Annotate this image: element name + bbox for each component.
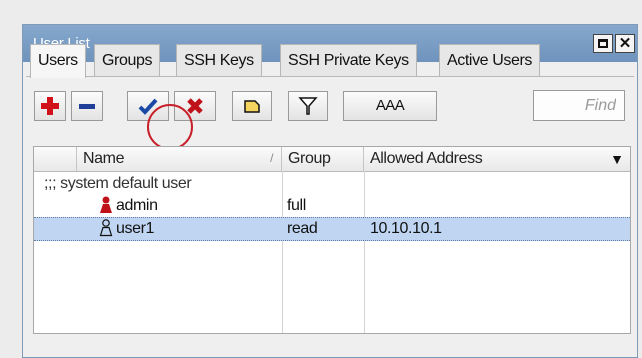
enable-button[interactable] (127, 91, 169, 121)
find-input[interactable] (533, 90, 625, 121)
disable-button[interactable] (174, 91, 216, 121)
tab-ssh-keys-label: SSH Keys (184, 52, 254, 69)
col-group[interactable]: Group (282, 147, 364, 171)
sort-icon: / (270, 151, 273, 165)
row-name: admin (116, 197, 158, 214)
row-allowed-address: 10.10.10.1 (370, 220, 442, 237)
tab-ssh-keys[interactable]: SSH Keys (176, 44, 262, 76)
user-active-icon (100, 196, 112, 213)
table-header: Name / Group Allowed Address ▼ (34, 147, 630, 172)
col-allowed-address[interactable]: Allowed Address (364, 147, 632, 171)
toolbar: AAA (26, 85, 634, 125)
table-row-selected[interactable]: user1 read 10.10.10.1 (34, 217, 630, 241)
disable-icon (187, 98, 203, 114)
section-row[interactable]: ;;; system default user (34, 173, 630, 195)
col-allowed-address-label: Allowed Address (370, 150, 483, 167)
row-group: read (287, 220, 318, 237)
remove-icon (79, 104, 95, 109)
comment-button[interactable] (232, 91, 272, 121)
table-row[interactable]: admin full (34, 195, 630, 217)
comment-icon (244, 100, 260, 113)
tab-ssh-private-keys-label: SSH Private Keys (288, 52, 409, 69)
tab-groups-label: Groups (102, 52, 153, 69)
column-menu-icon[interactable]: ▼ (610, 151, 624, 167)
user-table: Name / Group Allowed Address ▼ ;;; syste… (33, 146, 631, 334)
filter-icon (298, 97, 318, 115)
add-button[interactable] (34, 91, 66, 121)
col-name[interactable]: Name / (77, 147, 282, 171)
col-name-label: Name (83, 150, 125, 167)
filter-button[interactable] (288, 91, 328, 121)
tab-users-label: Users (38, 52, 78, 69)
tab-users[interactable]: Users (30, 44, 86, 78)
tab-bar: Users Groups SSH Keys SSH Private Keys A… (26, 44, 634, 78)
aaa-button[interactable]: AAA (343, 91, 437, 121)
col-select[interactable] (34, 147, 77, 171)
user-outline-icon (99, 219, 113, 237)
col-group-label: Group (288, 150, 331, 167)
tab-groups[interactable]: Groups (94, 44, 161, 76)
tab-active-users[interactable]: Active Users (439, 44, 540, 76)
section-label: ;;; system default user (44, 175, 192, 192)
row-name: user1 (116, 220, 155, 237)
add-icon (41, 97, 59, 115)
row-group: full (287, 197, 306, 214)
tab-ssh-private-keys[interactable]: SSH Private Keys (280, 44, 417, 76)
aaa-button-label: AAA (375, 97, 405, 114)
enable-icon (138, 98, 158, 115)
tab-active-users-label: Active Users (447, 52, 532, 69)
remove-button[interactable] (71, 91, 103, 121)
